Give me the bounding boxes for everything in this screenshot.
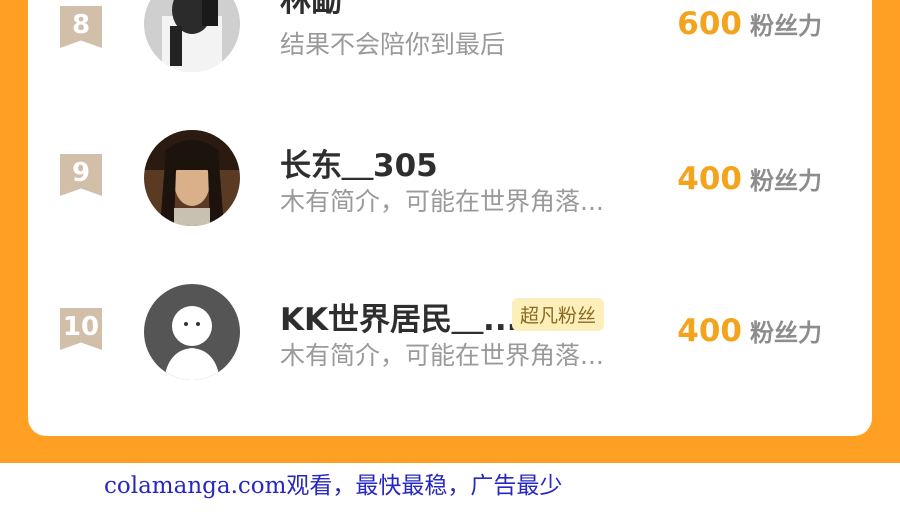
list-item[interactable]: 8 林勔 结果不会陪你到最后 600 粉丝力 (28, 0, 872, 72)
avatar[interactable] (144, 0, 240, 72)
avatar[interactable] (144, 130, 240, 226)
rank-badge: 8 (60, 6, 102, 48)
score-unit: 粉丝力 (750, 12, 822, 40)
user-bio: 木有简介，可能在世界角落... (280, 341, 604, 370)
default-avatar-icon (144, 284, 240, 380)
user-name[interactable]: 林勔 (280, 0, 342, 20)
rank-badge: 10 (60, 308, 102, 350)
watermark-footer-text: colamanga.com观看，最快最稳，广告最少 (104, 473, 563, 499)
score-value: 600 (677, 6, 742, 42)
avatar[interactable] (144, 284, 240, 380)
ranking-list-card: 8 林勔 结果不会陪你到最后 600 粉丝力 9 长东＿305 木有简介，可能在… (28, 0, 872, 436)
user-bio: 结果不会陪你到最后 (280, 30, 506, 59)
super-fan-badge: 超凡粉丝 (512, 298, 605, 331)
user-name[interactable]: 长东＿305 (280, 140, 438, 185)
score-value: 400 (677, 313, 742, 349)
avatar-photo-icon (144, 130, 240, 226)
fan-score: 400 粉丝力 (677, 161, 822, 197)
avatar-photo-icon (144, 0, 240, 72)
user-name[interactable]: KK世界居民＿... (280, 294, 518, 339)
fan-score: 600 粉丝力 (677, 6, 822, 42)
fan-score: 400 粉丝力 (677, 313, 822, 349)
list-item[interactable]: 9 长东＿305 木有简介，可能在世界角落... 400 粉丝力 (28, 128, 872, 228)
score-value: 400 (677, 161, 742, 197)
list-item[interactable]: 10 KK世界居民＿... 超凡粉丝 木有简介，可能在世界角落... 400 粉丝… (28, 282, 872, 382)
score-unit: 粉丝力 (750, 319, 822, 347)
rank-badge: 9 (60, 154, 102, 196)
score-unit: 粉丝力 (750, 167, 822, 195)
user-bio: 木有简介，可能在世界角落... (280, 187, 604, 216)
